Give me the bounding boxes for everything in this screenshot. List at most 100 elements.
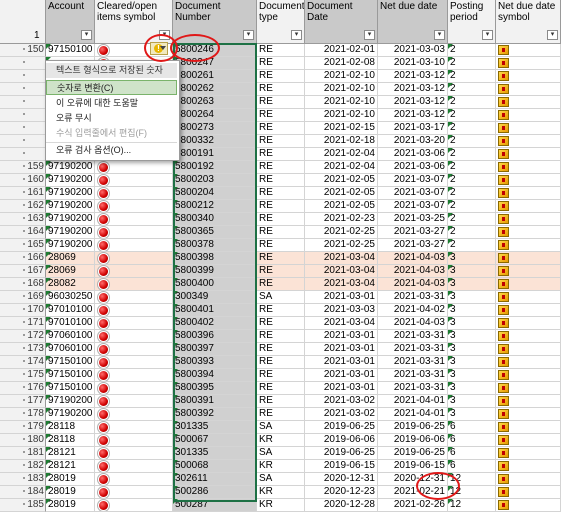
net-due-date-cell[interactable]: 2021-03-31 [378, 291, 448, 304]
account-cell[interactable]: 28121 [46, 447, 95, 460]
posting-period-cell[interactable]: 2 [448, 122, 496, 135]
net-due-symbol-cell[interactable] [496, 291, 561, 304]
document-type-cell[interactable]: RE [257, 356, 305, 369]
net-due-symbol-cell[interactable] [496, 343, 561, 356]
net-due-symbol-cell[interactable] [496, 499, 561, 512]
document-date-cell[interactable]: 2019-06-25 [305, 421, 378, 434]
document-number-cell[interactable]: 5800273 [173, 122, 257, 135]
document-type-cell[interactable]: KR [257, 460, 305, 473]
row-number[interactable]: 174 [0, 356, 46, 369]
document-type-cell[interactable]: RE [257, 226, 305, 239]
document-type-cell[interactable]: SA [257, 421, 305, 434]
document-date-cell[interactable]: 2021-02-10 [305, 83, 378, 96]
filter-dropdown-icon[interactable]: ▾ [364, 30, 375, 40]
net-due-symbol-cell[interactable] [496, 356, 561, 369]
account-cell[interactable]: 97190200 [46, 187, 95, 200]
document-date-cell[interactable]: 2020-12-28 [305, 499, 378, 512]
posting-period-cell[interactable]: 3 [448, 278, 496, 291]
filter-dropdown-icon[interactable]: ▾ [434, 30, 445, 40]
filter-dropdown-icon[interactable]: ▾ [291, 30, 302, 40]
document-date-cell[interactable]: 2020-12-23 [305, 486, 378, 499]
filter-dropdown-icon[interactable]: ▾ [159, 30, 170, 40]
menu-item-ignore-error[interactable]: 오류 무시 [46, 111, 177, 126]
document-type-cell[interactable]: RE [257, 187, 305, 200]
row-number[interactable]: 179 [0, 421, 46, 434]
document-date-cell[interactable]: 2021-02-25 [305, 226, 378, 239]
row-number[interactable]: 173 [0, 343, 46, 356]
posting-period-cell[interactable]: 6 [448, 460, 496, 473]
document-number-cell[interactable]: 302611 [173, 473, 257, 486]
account-cell[interactable]: 28121 [46, 460, 95, 473]
net-due-date-cell[interactable]: 2021-03-06 [378, 148, 448, 161]
posting-period-cell[interactable]: 3 [448, 382, 496, 395]
net-due-symbol-cell[interactable] [496, 278, 561, 291]
document-type-cell[interactable]: KR [257, 434, 305, 447]
net-due-symbol-cell[interactable] [496, 382, 561, 395]
header-document-number[interactable]: Document Number ▾ [173, 0, 257, 44]
row-number[interactable]: 164 [0, 226, 46, 239]
row-number[interactable]: 180 [0, 434, 46, 447]
header-net-due-date-symbol[interactable]: Net due date symbol ▾ [496, 0, 561, 44]
net-due-date-cell[interactable]: 2021-03-31 [378, 356, 448, 369]
menu-item-convert-to-number[interactable]: 숫자로 변환(C) [46, 80, 177, 95]
row-number[interactable] [0, 109, 46, 122]
document-type-cell[interactable]: KR [257, 486, 305, 499]
posting-period-cell[interactable]: 2 [448, 135, 496, 148]
document-type-cell[interactable]: RE [257, 304, 305, 317]
document-type-cell[interactable]: RE [257, 135, 305, 148]
account-cell[interactable]: 97190200 [46, 161, 95, 174]
net-due-symbol-cell[interactable] [496, 369, 561, 382]
document-number-cell[interactable]: 5800204 [173, 187, 257, 200]
cleared-symbol-cell[interactable] [95, 265, 173, 278]
posting-period-cell[interactable]: 12 [448, 473, 496, 486]
net-due-date-cell[interactable]: 2021-03-12 [378, 83, 448, 96]
document-date-cell[interactable]: 2021-02-05 [305, 174, 378, 187]
document-date-cell[interactable]: 2019-06-25 [305, 447, 378, 460]
cleared-symbol-cell[interactable] [95, 317, 173, 330]
net-due-date-cell[interactable]: 2021-03-31 [378, 369, 448, 382]
account-cell[interactable]: 97060100 [46, 330, 95, 343]
net-due-date-cell[interactable]: 2021-04-02 [378, 304, 448, 317]
document-number-cell[interactable]: 5800397 [173, 343, 257, 356]
net-due-date-cell[interactable]: 2020-12-31 [378, 473, 448, 486]
document-number-cell[interactable]: 500286 [173, 486, 257, 499]
net-due-symbol-cell[interactable] [496, 57, 561, 70]
net-due-date-cell[interactable]: 2021-03-12 [378, 96, 448, 109]
filter-dropdown-icon[interactable]: ▾ [81, 30, 92, 40]
net-due-symbol-cell[interactable] [496, 421, 561, 434]
posting-period-cell[interactable]: 3 [448, 395, 496, 408]
document-number-cell[interactable]: 5800264 [173, 109, 257, 122]
posting-period-cell[interactable]: 2 [448, 161, 496, 174]
menu-item-error-checking-options[interactable]: 오류 검사 옵션(O)... [46, 142, 177, 157]
filter-dropdown-icon[interactable]: ▾ [547, 30, 558, 40]
document-date-cell[interactable]: 2021-03-02 [305, 395, 378, 408]
cleared-symbol-cell[interactable] [95, 473, 173, 486]
posting-period-cell[interactable]: 6 [448, 421, 496, 434]
cleared-symbol-cell[interactable] [95, 434, 173, 447]
posting-period-cell[interactable]: 2 [448, 148, 496, 161]
filter-dropdown-icon[interactable]: ▾ [482, 30, 493, 40]
net-due-symbol-cell[interactable] [496, 408, 561, 421]
account-cell[interactable]: 97150100 [46, 356, 95, 369]
row-number[interactable]: 178 [0, 408, 46, 421]
cleared-symbol-cell[interactable] [95, 499, 173, 512]
net-due-date-cell[interactable]: 2021-02-21 [378, 486, 448, 499]
posting-period-cell[interactable]: 2 [448, 213, 496, 226]
net-due-date-cell[interactable]: 2021-03-07 [378, 174, 448, 187]
row-number[interactable]: 150 [0, 44, 46, 57]
account-cell[interactable]: 97150100 [46, 44, 95, 57]
document-number-cell[interactable]: 5800212 [173, 200, 257, 213]
net-due-symbol-cell[interactable] [496, 213, 561, 226]
document-number-cell[interactable]: 5800400 [173, 278, 257, 291]
document-date-cell[interactable]: 2021-03-01 [305, 356, 378, 369]
row-number[interactable]: 172 [0, 330, 46, 343]
document-number-cell[interactable]: 301335 [173, 447, 257, 460]
document-number-cell[interactable]: 5800261 [173, 70, 257, 83]
document-date-cell[interactable]: 2021-03-04 [305, 317, 378, 330]
document-date-cell[interactable]: 2021-03-01 [305, 343, 378, 356]
row-number[interactable]: 160 [0, 174, 46, 187]
document-date-cell[interactable]: 2021-02-05 [305, 187, 378, 200]
cleared-symbol-cell[interactable] [95, 421, 173, 434]
document-number-cell[interactable]: 5800203 [173, 174, 257, 187]
document-number-cell[interactable]: 5800340 [173, 213, 257, 226]
